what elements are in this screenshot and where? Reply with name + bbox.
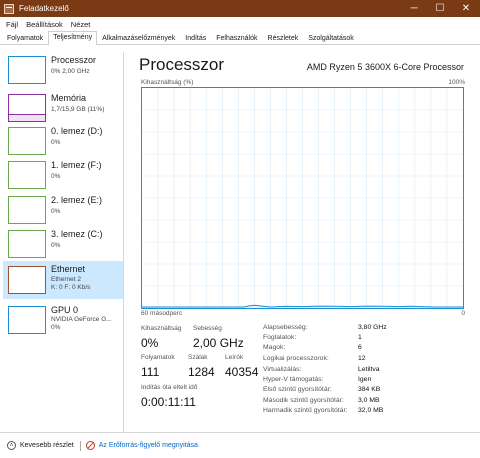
sidebar-item-label: 0. lemez (D:) <box>51 126 103 136</box>
ethernet-thumbnail-graph <box>8 266 46 294</box>
cpu-utilization-graph <box>141 87 464 309</box>
spec-value: 3,0 MB <box>358 397 380 404</box>
gpu-thumbnail-graph <box>8 306 46 334</box>
fewer-details-link[interactable]: Kevesebb részlet <box>20 442 74 449</box>
open-resource-monitor-link[interactable]: Az Erőforrás-figyelő megnyitása <box>99 442 198 449</box>
sidebar-item-label: 2. lemez (E:) <box>51 195 103 205</box>
spec-key: Hyper-V támogatás: <box>263 376 324 383</box>
tab-bar: Folyamatok Teljesítmény Alkalmazáselőzmé… <box>0 31 480 45</box>
tab-users[interactable]: Felhasználók <box>211 32 262 44</box>
handles-label: Leírók <box>225 354 244 361</box>
sidebar-item-cpu[interactable]: Processzor 0% 2,00 GHz <box>3 52 123 88</box>
spec-key: Virtualizálás: <box>263 366 302 373</box>
memory-thumbnail-graph <box>8 94 46 122</box>
handles-value: 40354 <box>225 365 259 379</box>
spec-value: 1 <box>358 334 362 341</box>
speed-value: 2,00 GHz <box>193 336 244 350</box>
spec-key: Első szintű gyorsítótár: <box>263 386 332 393</box>
spec-value: 6 <box>358 344 362 351</box>
spec-value: Igen <box>358 376 372 383</box>
task-manager-icon <box>4 3 14 14</box>
footer-bar: ˄ Kevesebb részlet Az Erőforrás-figyelő … <box>0 432 480 458</box>
minimize-icon[interactable]: ─ <box>401 0 427 17</box>
sidebar-item-detail: 1,7/15,9 GB (11%) <box>51 106 105 113</box>
uptime-value: 0:00:11:11 <box>141 395 196 409</box>
close-icon[interactable]: ✕ <box>453 0 479 17</box>
util-axis-label: Kihasználtság (%) <box>141 79 194 86</box>
sidebar-item-detail: NVIDIA GeForce G... <box>51 316 112 323</box>
tab-details[interactable]: Részletek <box>263 32 304 44</box>
resource-sidebar: Processzor 0% 2,00 GHz Memória 1,7/15,9 … <box>0 52 124 432</box>
uptime-label: Indítás óta eltelt idő <box>141 384 198 391</box>
disk-thumbnail-graph <box>8 127 46 155</box>
spec-key: Második szintű gyorsítótár: <box>263 397 344 404</box>
speed-label: Sebesség <box>193 325 222 332</box>
sidebar-item-memory[interactable]: Memória 1,7/15,9 GB (11%) <box>3 90 123 126</box>
util-axis-max: 100% <box>448 79 465 86</box>
menu-settings[interactable]: Beállítások <box>26 20 63 29</box>
cpu-thumbnail-graph <box>8 56 46 84</box>
tab-performance[interactable]: Teljesítmény <box>48 31 98 45</box>
footer-divider <box>79 440 81 451</box>
sidebar-item-label: 3. lemez (C:) <box>51 229 103 239</box>
spec-key: Logikai processzorok: <box>263 355 329 362</box>
window-title: Feladatkezelő <box>19 4 69 13</box>
disk-thumbnail-graph <box>8 230 46 258</box>
utilization-value: 0% <box>141 336 159 350</box>
sidebar-item-disk-c[interactable]: 3. lemez (C:) 0% <box>3 226 123 262</box>
sidebar-item-detail-2: 0% <box>51 324 61 331</box>
spec-value: 384 KB <box>358 386 381 393</box>
sidebar-item-label: Processzor <box>51 55 97 65</box>
sidebar-item-detail: 0% <box>51 242 61 249</box>
sidebar-item-ethernet[interactable]: Ethernet Ethernet 2 K: 0 F: 0 Kb/s <box>3 261 123 299</box>
tab-processes[interactable]: Folyamatok <box>2 32 48 44</box>
sidebar-item-disk-e[interactable]: 2. lemez (E:) 0% <box>3 192 123 228</box>
menu-file[interactable]: Fájl <box>6 20 18 29</box>
processes-label: Folyamatok <box>141 354 175 361</box>
sidebar-item-disk-d[interactable]: 0. lemez (D:) 0% <box>3 123 123 159</box>
threads-value: 1284 <box>188 365 215 379</box>
utilization-label: Kihasználtság <box>141 325 182 332</box>
processes-value: 111 <box>141 365 160 379</box>
chevron-up-icon[interactable]: ˄ <box>7 441 16 450</box>
spec-key: Magok: <box>263 344 286 351</box>
sidebar-item-label: Memória <box>51 93 87 103</box>
resource-monitor-icon <box>85 441 95 450</box>
time-axis-label: 60 másodperc <box>141 310 183 317</box>
menu-view[interactable]: Nézet <box>71 20 91 29</box>
spec-value: 3,80 GHz <box>358 324 387 331</box>
sidebar-item-detail: Ethernet 2 <box>51 276 81 283</box>
spec-value: 12 <box>358 355 366 362</box>
spec-value: 32,0 MB <box>358 407 384 414</box>
cpu-model: AMD Ryzen 5 3600X 6-Core Processor <box>306 62 464 72</box>
disk-thumbnail-graph <box>8 161 46 189</box>
disk-thumbnail-graph <box>8 196 46 224</box>
menu-bar: Fájl Beállítások Nézet <box>0 17 480 31</box>
maximize-icon[interactable]: ☐ <box>427 0 453 17</box>
sidebar-item-detail: 0% 2,00 GHz <box>51 68 90 75</box>
sidebar-item-detail: 0% <box>51 139 61 146</box>
sidebar-item-disk-f[interactable]: 1. lemez (F:) 0% <box>3 157 123 193</box>
cpu-graph-svg <box>142 88 463 308</box>
tab-startup[interactable]: Indítás <box>180 32 211 44</box>
sidebar-item-label: Ethernet <box>51 264 86 274</box>
sidebar-item-gpu[interactable]: GPU 0 NVIDIA GeForce G... 0% <box>3 302 123 338</box>
tab-services[interactable]: Szolgáltatások <box>303 32 359 44</box>
threads-label: Szálak <box>188 354 208 361</box>
title-bar: Feladatkezelő ─ ☐ ✕ <box>0 0 480 17</box>
zero-axis-label: 0 <box>461 310 465 317</box>
sidebar-item-label: GPU 0 <box>51 305 79 315</box>
sidebar-item-detail-2: K: 0 F: 0 Kb/s <box>51 284 91 291</box>
sidebar-item-detail: 0% <box>51 208 61 215</box>
tab-app-history[interactable]: Alkalmazáselőzmények <box>97 32 180 44</box>
sidebar-item-label: 1. lemez (F:) <box>51 160 102 170</box>
page-title: Processzor <box>139 55 225 74</box>
spec-value: Letiltva <box>358 366 380 373</box>
spec-key: Alapsebesség: <box>263 324 308 331</box>
sidebar-item-detail: 0% <box>51 173 61 180</box>
spec-key: Foglalatok: <box>263 334 297 341</box>
spec-key: Harmadik szintű gyorsítótár: <box>263 407 348 414</box>
